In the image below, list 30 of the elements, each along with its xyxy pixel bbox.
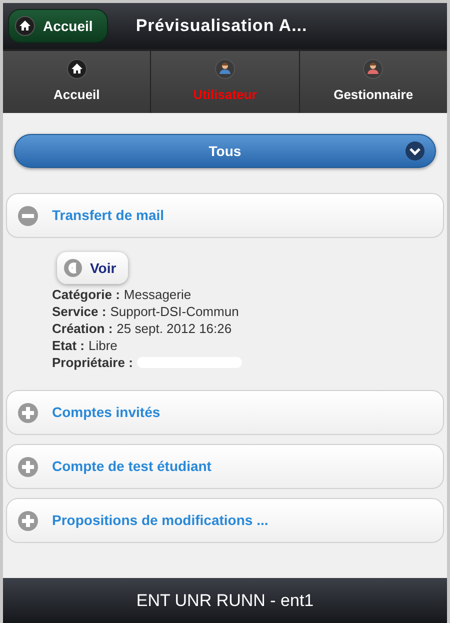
footer-text: ENT UNR RUNN - ent1 [136, 590, 314, 612]
detail-label: Catégorie : [52, 286, 120, 303]
home-icon [66, 59, 87, 80]
plus-icon [18, 510, 38, 530]
nav-tab[interactable]: Gestionnaire [300, 51, 447, 113]
home-button[interactable]: Accueil [8, 9, 108, 43]
collapsible-header[interactable]: Comptes invités [6, 390, 444, 435]
person-icon [363, 59, 384, 80]
page-title: Prévisualisation A... [136, 15, 308, 38]
detail-label: Création : [52, 320, 113, 337]
detail-value: Libre [88, 337, 118, 354]
detail-value: Support-DSI-Commun [110, 303, 239, 320]
collapsible-header[interactable]: Transfert de mail [6, 193, 444, 238]
nav-tab[interactable]: Utilisateur [151, 51, 299, 113]
collapsible-header[interactable]: Compte de test étudiant [6, 444, 444, 489]
chevron-down-icon [405, 141, 425, 161]
plus-icon [18, 456, 38, 476]
collapsible-header[interactable]: Propositions de modifications ... [6, 498, 444, 543]
detail-value: 25 sept. 2012 16:26 [116, 320, 232, 337]
detail-label: Etat : [52, 337, 84, 354]
filter-select[interactable]: Tous [14, 134, 436, 168]
minus-icon [18, 206, 38, 226]
nav-tab[interactable]: Accueil [3, 51, 150, 113]
detail-value: Messagerie [124, 286, 192, 303]
home-icon [15, 16, 35, 36]
view-button[interactable]: Voir [57, 252, 128, 284]
detail-label: Service : [52, 303, 106, 320]
person-icon [214, 59, 235, 80]
plus-icon [18, 402, 38, 422]
detail-label: Propriétaire : [52, 354, 133, 371]
